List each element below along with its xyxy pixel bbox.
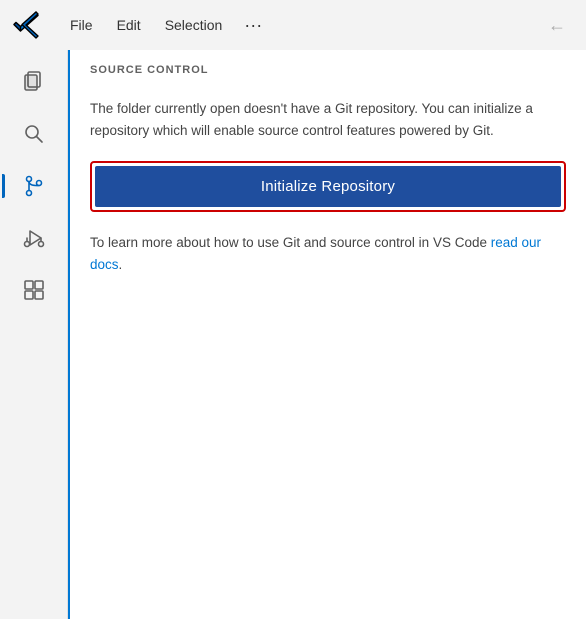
sidebar-item-explorer[interactable] <box>10 58 58 106</box>
edit-menu[interactable]: Edit <box>107 13 151 37</box>
learn-more-prefix: To learn more about how to use Git and s… <box>90 235 491 250</box>
sidebar-item-extensions[interactable] <box>10 266 58 314</box>
back-arrow-icon[interactable]: ← <box>540 11 574 40</box>
more-menu[interactable]: ··· <box>236 11 270 40</box>
source-control-panel: SOURCE CONTROL The folder currently open… <box>68 50 586 619</box>
learn-more-suffix: . <box>119 257 123 272</box>
main-layout: SOURCE CONTROL The folder currently open… <box>0 50 586 619</box>
activity-bar <box>0 50 68 619</box>
initialize-repository-button[interactable]: Initialize Repository <box>95 166 561 207</box>
selection-menu[interactable]: Selection <box>155 13 233 37</box>
initialize-button-wrapper: Initialize Repository <box>90 161 566 212</box>
info-text: The folder currently open doesn't have a… <box>90 98 566 141</box>
sidebar-item-search[interactable] <box>10 110 58 158</box>
menu-bar: File Edit Selection ··· <box>60 11 270 40</box>
titlebar: File Edit Selection ··· ← <box>0 0 586 50</box>
panel-content: The folder currently open doesn't have a… <box>70 86 586 619</box>
sidebar-item-source-control[interactable] <box>10 162 58 210</box>
vscode-logo-icon <box>12 9 44 41</box>
panel-header: SOURCE CONTROL <box>70 50 586 86</box>
file-menu[interactable]: File <box>60 13 103 37</box>
sidebar-item-run-debug[interactable] <box>10 214 58 262</box>
learn-more-text: To learn more about how to use Git and s… <box>90 232 566 275</box>
